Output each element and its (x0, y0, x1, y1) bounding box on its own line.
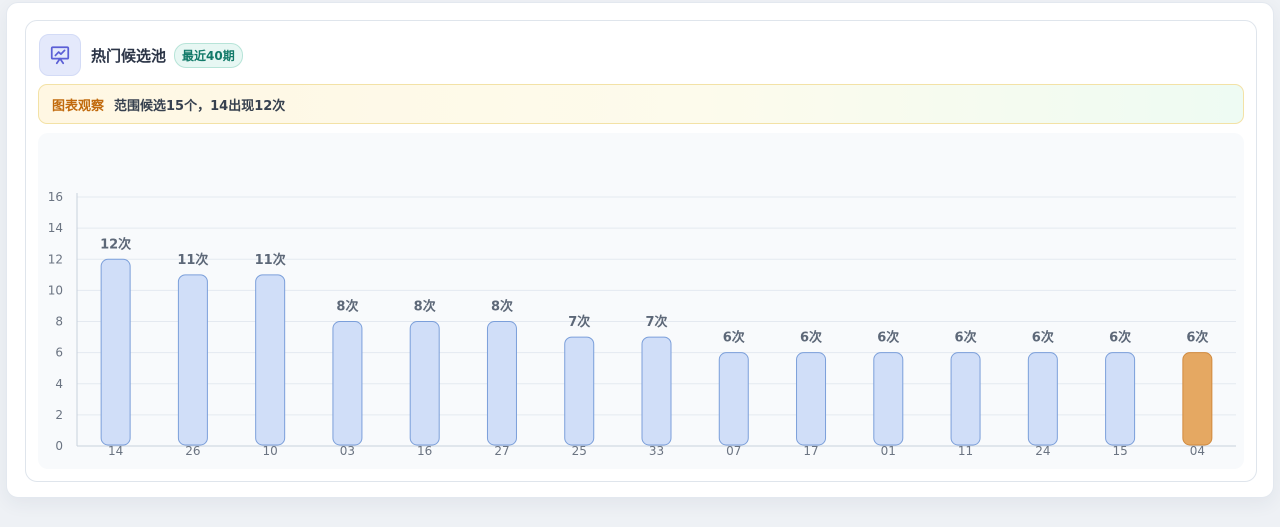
y-tick-label: 8 (55, 315, 63, 329)
bar-value-label: 6次 (800, 330, 822, 346)
chart-area: 0 2 4 6 8 10 12 14 16 12次 14 11次 26 11次 10 8次 03 8次 16 8次 27… (38, 133, 1244, 469)
bar-value-label: 7次 (568, 314, 590, 330)
bar-04[interactable] (1182, 352, 1213, 446)
bar-15[interactable] (1105, 352, 1136, 446)
bar-value-label: 8次 (336, 299, 358, 315)
y-tick-label: 0 (55, 439, 63, 453)
bar-value-label: 6次 (955, 330, 977, 346)
insight-banner: 图表观察 范围候选15个，14出现12次 (38, 84, 1244, 124)
bar-value-label: 12次 (100, 236, 131, 252)
bar-33[interactable] (641, 336, 672, 446)
outer-panel: 热门候选池 最近40期 图表观察 范围候选15个，14出现12次 0 2 4 6 8 10… (6, 2, 1274, 498)
x-tick-label: 03 (340, 444, 355, 458)
y-tick-label: 6 (55, 346, 63, 360)
bar-24[interactable] (1027, 352, 1058, 446)
insight-label: 图表观察 (52, 98, 105, 114)
bar-25[interactable] (564, 336, 595, 446)
bar-value-label: 6次 (1032, 330, 1054, 346)
y-tick-label: 12 (48, 252, 63, 266)
x-tick-label: 04 (1190, 444, 1205, 458)
bar-14[interactable] (100, 258, 131, 446)
bar-value-label: 11次 (177, 252, 208, 268)
x-tick-label: 16 (417, 444, 432, 458)
bar-value-label: 6次 (723, 330, 745, 346)
bar-26[interactable] (177, 274, 208, 446)
y-tick-label: 2 (55, 408, 63, 422)
x-tick-label: 33 (649, 444, 664, 458)
bar-value-label: 8次 (491, 299, 513, 315)
x-tick-label: 15 (1112, 444, 1127, 458)
bar-value-label: 6次 (877, 330, 899, 346)
x-tick-label: 27 (494, 444, 509, 458)
x-tick-label: 14 (108, 444, 123, 458)
card-header: 热门候选池 最近40期 (39, 33, 243, 77)
x-tick-label: 24 (1035, 444, 1050, 458)
insight-text: 范围候选15个，14出现12次 (114, 98, 286, 114)
period-badge: 最近40期 (174, 42, 243, 68)
bar-value-label: 6次 (1109, 330, 1131, 346)
y-tick-label: 10 (48, 283, 63, 297)
hot-pool-card: 热门候选池 最近40期 图表观察 范围候选15个，14出现12次 0 2 4 6 8 10… (25, 20, 1257, 482)
presentation-chart-icon (39, 34, 81, 76)
x-tick-label: 07 (726, 444, 741, 458)
x-tick-label: 01 (881, 444, 896, 458)
bar-value-label: 11次 (255, 252, 286, 268)
bar-03[interactable] (332, 321, 363, 446)
x-tick-label: 17 (803, 444, 818, 458)
x-tick-label: 11 (958, 444, 973, 458)
bar-chart: 024681012141612次1411次2611次108次038次168次27… (48, 190, 1236, 458)
bar-07[interactable] (718, 352, 749, 446)
bar-value-label: 7次 (645, 314, 667, 330)
y-tick-label: 14 (48, 221, 63, 235)
bar-16[interactable] (409, 321, 440, 446)
bar-27[interactable] (486, 321, 517, 446)
x-tick-label: 26 (185, 444, 200, 458)
bar-value-label: 6次 (1186, 330, 1208, 346)
card-title: 热门候选池 (91, 46, 167, 65)
bar-value-label: 8次 (414, 299, 436, 315)
y-tick-label: 4 (55, 377, 63, 391)
x-tick-label: 25 (572, 444, 587, 458)
bar-11[interactable] (950, 352, 981, 446)
bar-10[interactable] (255, 274, 286, 446)
x-tick-label: 10 (263, 444, 278, 458)
y-tick-label: 16 (48, 190, 63, 204)
bar-17[interactable] (796, 352, 827, 446)
bar-01[interactable] (873, 352, 904, 446)
